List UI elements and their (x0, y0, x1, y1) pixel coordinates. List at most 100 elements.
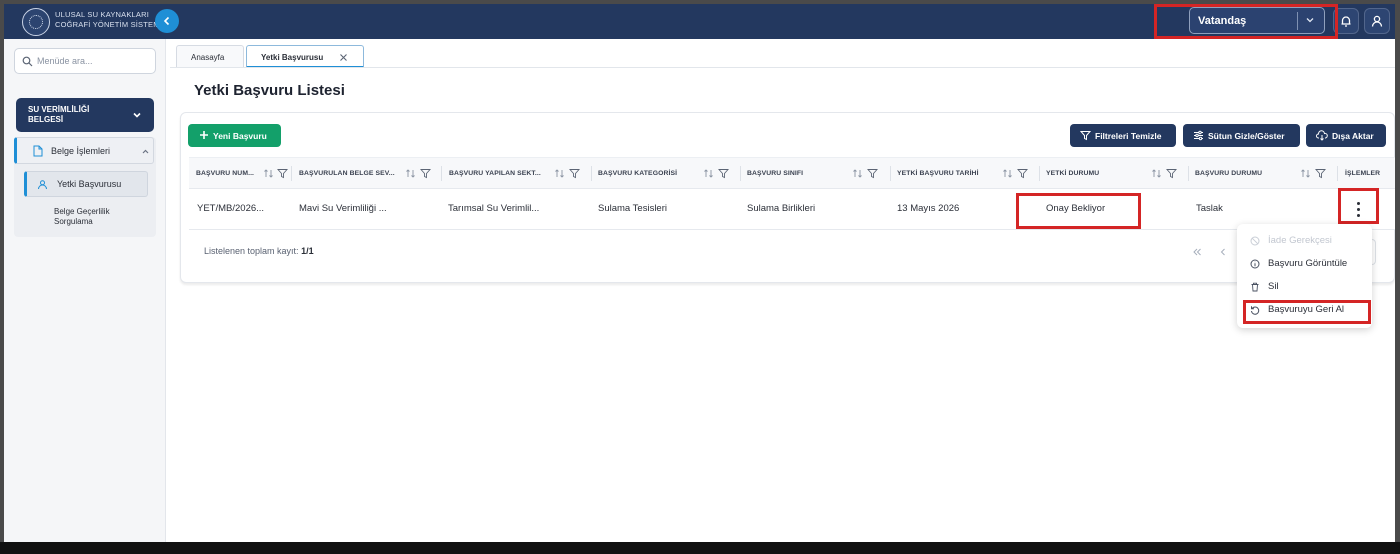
ban-icon (1250, 236, 1260, 246)
column-header-basvuru-yapilan-sektor[interactable]: BAŞVURU YAPILAN SEKT... (442, 158, 590, 189)
menu-item-label: İade Gerekçesi (1268, 235, 1332, 246)
sort-icon[interactable] (703, 168, 714, 179)
sidebar-item-label: Belge Geçerlilik Sorgulama (54, 207, 154, 227)
bottom-edge (0, 542, 1400, 554)
tab-yetki-basvurusu[interactable]: Yetki Başvurusu (246, 45, 364, 68)
page-title: Yetki Başvuru Listesi (194, 82, 345, 99)
chevron-left-icon (163, 16, 170, 26)
status-highlight-box (1016, 193, 1141, 229)
filter-icon[interactable] (1017, 168, 1028, 179)
column-header-label: BAŞVURULAN BELGE SEV... (299, 170, 395, 177)
cloud-download-icon (1316, 130, 1328, 141)
new-application-button[interactable]: Yeni Başvuru (188, 124, 281, 147)
column-header-label: BAŞVURU DURUMU (1195, 170, 1263, 177)
user-icon (1371, 15, 1383, 27)
sidebar-item-label-line-1: Belge Geçerlilik (54, 207, 110, 216)
sort-icon[interactable] (1002, 168, 1013, 179)
filter-icon[interactable] (569, 168, 580, 179)
export-button[interactable]: Dışa Aktar (1306, 124, 1386, 147)
sort-icon[interactable] (405, 168, 416, 179)
column-header-label: İŞLEMLER (1345, 170, 1381, 177)
module-menu-su-verimliligi[interactable]: SU VERİMLİLİĞİ BELGESİ (16, 98, 154, 132)
actions-highlight-box (1338, 188, 1379, 224)
menu-search-input[interactable]: Menüde ara... (14, 48, 156, 74)
menu-item-basvuru-goruntule[interactable]: Başvuru Görüntüle (1237, 253, 1372, 275)
sort-icon[interactable] (263, 168, 274, 179)
menu-item-iade-gerekcesi[interactable]: İade Gerekçesi (1237, 230, 1372, 252)
column-header-basvurulan-belge[interactable]: BAŞVURULAN BELGE SEV... (292, 158, 440, 189)
column-header-label: YETKİ BAŞVURU TARİHİ (897, 170, 979, 177)
cell-kategori: Sulama Tesisleri (598, 203, 667, 214)
column-header-yetki-durumu[interactable]: YETKİ DURUMU (1039, 158, 1188, 189)
new-application-label: Yeni Başvuru (213, 131, 267, 141)
filter-icon[interactable] (867, 168, 878, 179)
sort-icon[interactable] (852, 168, 863, 179)
toggle-columns-label: Sütun Gizle/Göster (1208, 131, 1285, 141)
cell-basvuru-numarasi: YET/MB/2026... (197, 203, 265, 214)
menu-item-label: Başvuru Görüntüle (1268, 258, 1348, 269)
menu-group-label: Belge İşlemleri (51, 146, 111, 156)
filter-icon[interactable] (277, 168, 288, 179)
user-profile-button[interactable] (1364, 8, 1390, 34)
close-icon[interactable] (339, 53, 348, 62)
clear-filters-label: Filtreleri Temizle (1095, 131, 1162, 141)
sidebar-item-label: Yetki Başvurusu (57, 179, 122, 189)
cell-sektor: Tarımsal Su Verimlil... (448, 203, 540, 214)
document-icon (33, 145, 43, 157)
column-header-label: YETKİ DURUMU (1046, 170, 1100, 177)
column-header-basvuru-sinifi[interactable]: BAŞVURU SINIFI (740, 158, 889, 189)
first-page-icon[interactable] (1192, 247, 1202, 257)
column-header-label: BAŞVURU KATEGORİSİ (598, 170, 678, 177)
sort-icon[interactable] (554, 168, 565, 179)
menu-search-placeholder: Menüde ara... (37, 56, 93, 66)
record-count-value: 1/1 (301, 246, 314, 256)
record-count-label: Listelenen toplam kayıt: (204, 246, 299, 256)
sliders-icon (1194, 130, 1203, 141)
record-count: Listelenen toplam kayıt: 1/1 (204, 246, 314, 256)
search-icon (22, 56, 33, 67)
chevron-up-icon (142, 149, 149, 154)
plus-icon (200, 131, 208, 139)
cell-basvurulan-belge: Mavi Su Verimliliği ... (299, 203, 387, 214)
app-window: ULUSAL SU KAYNAKLARI COĞRAFİ YÖNETİM SİS… (0, 0, 1400, 554)
bell-icon (1341, 16, 1351, 27)
menu-item-sil[interactable]: Sil (1237, 276, 1372, 298)
column-header-basvuru-numarasi[interactable]: BAŞVURU NUM... (189, 158, 289, 189)
sort-icon[interactable] (1300, 168, 1311, 179)
trash-icon (1251, 282, 1259, 292)
filter-icon[interactable] (1166, 168, 1177, 179)
column-header-label: BAŞVURU YAPILAN SEKT... (449, 170, 541, 177)
brand-title: ULUSAL SU KAYNAKLARI COĞRAFİ YÖNETİM SİS… (55, 10, 162, 30)
toggle-columns-button[interactable]: Sütun Gizle/Göster (1183, 124, 1300, 147)
table-header: BAŞVURU NUM... BAŞVURULAN BELGE SEV... B… (189, 157, 1395, 189)
filter-clear-icon (1080, 131, 1091, 141)
filter-icon[interactable] (1315, 168, 1326, 179)
filter-icon[interactable] (420, 168, 431, 179)
previous-page-icon[interactable] (1218, 247, 1228, 257)
column-header-label: BAŞVURU SINIFI (747, 170, 804, 177)
sidebar-item-yetki-basvurusu[interactable]: Yetki Başvurusu (24, 171, 148, 197)
info-icon (1250, 259, 1260, 269)
filter-icon[interactable] (718, 168, 729, 179)
ministry-logo-icon (22, 8, 50, 36)
cell-basvuru-durumu: Taslak (1196, 203, 1223, 214)
clear-filters-button[interactable]: Filtreleri Temizle (1070, 124, 1176, 147)
tab-divider (170, 67, 1395, 68)
menu-group-header[interactable]: Belge İşlemleri (14, 137, 154, 164)
column-header-basvuru-durumu[interactable]: BAŞVURU DURUMU (1188, 158, 1337, 189)
brand-line-1: ULUSAL SU KAYNAKLARI (55, 10, 150, 19)
user-icon (38, 180, 47, 190)
brand-line-2: COĞRAFİ YÖNETİM SİSTEMİ (55, 20, 162, 29)
column-header-yetki-basvuru-tarihi[interactable]: YETKİ BAŞVURU TARİHİ (890, 158, 1038, 189)
menu-group-belge-islemleri: Belge İşlemleri Yetki Başvurusu Belge Ge… (14, 137, 156, 237)
sidebar-collapse-button[interactable] (155, 9, 179, 33)
table-row[interactable]: YET/MB/2026... Mavi Su Verimliliği ... T… (189, 189, 1395, 230)
tab-anasayfa[interactable]: Anasayfa (176, 45, 244, 68)
sort-icon[interactable] (1151, 168, 1162, 179)
column-header-label: BAŞVURU NUM... (196, 170, 255, 177)
tab-label: Anasayfa (191, 53, 225, 62)
menu-item-label: Sil (1268, 281, 1279, 292)
role-highlight-box (1154, 4, 1338, 39)
column-header-basvuru-kategorisi[interactable]: BAŞVURU KATEGORİSİ (591, 158, 739, 189)
chevron-down-icon (133, 112, 141, 118)
